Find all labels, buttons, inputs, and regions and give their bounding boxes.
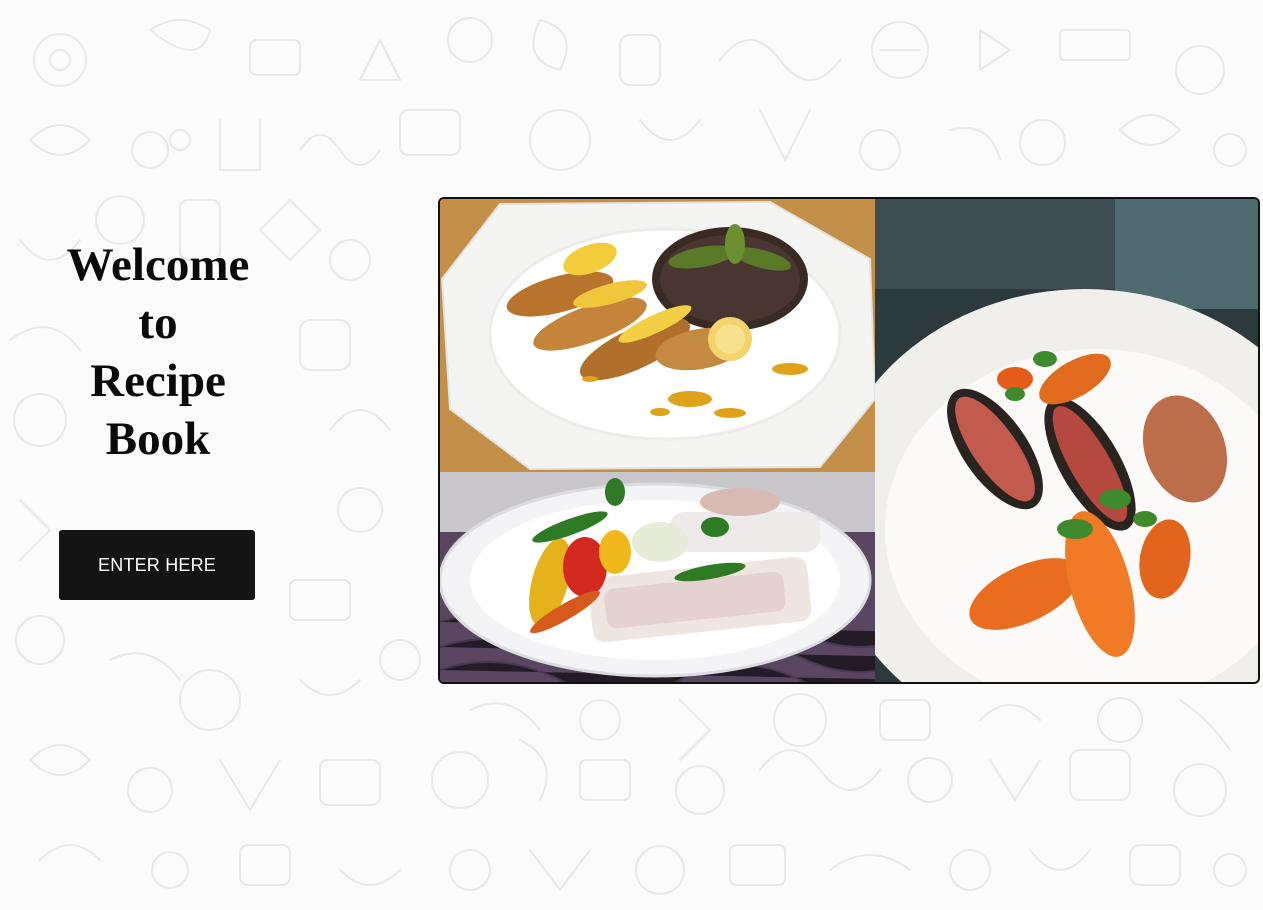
welcome-line: Book bbox=[105, 413, 211, 465]
food-photo-chicken bbox=[440, 199, 875, 472]
enter-here-button[interactable]: ENTER HERE bbox=[59, 530, 255, 600]
welcome-line: Welcome bbox=[66, 239, 250, 291]
food-photo-duck-carrots bbox=[875, 199, 1258, 682]
food-photo-fish-peppers bbox=[440, 472, 875, 682]
welcome-line: Recipe bbox=[90, 355, 226, 407]
welcome-line: to bbox=[138, 297, 178, 349]
welcome-heading: Welcome to Recipe Book bbox=[40, 236, 276, 468]
food-photo-collage bbox=[438, 197, 1260, 684]
